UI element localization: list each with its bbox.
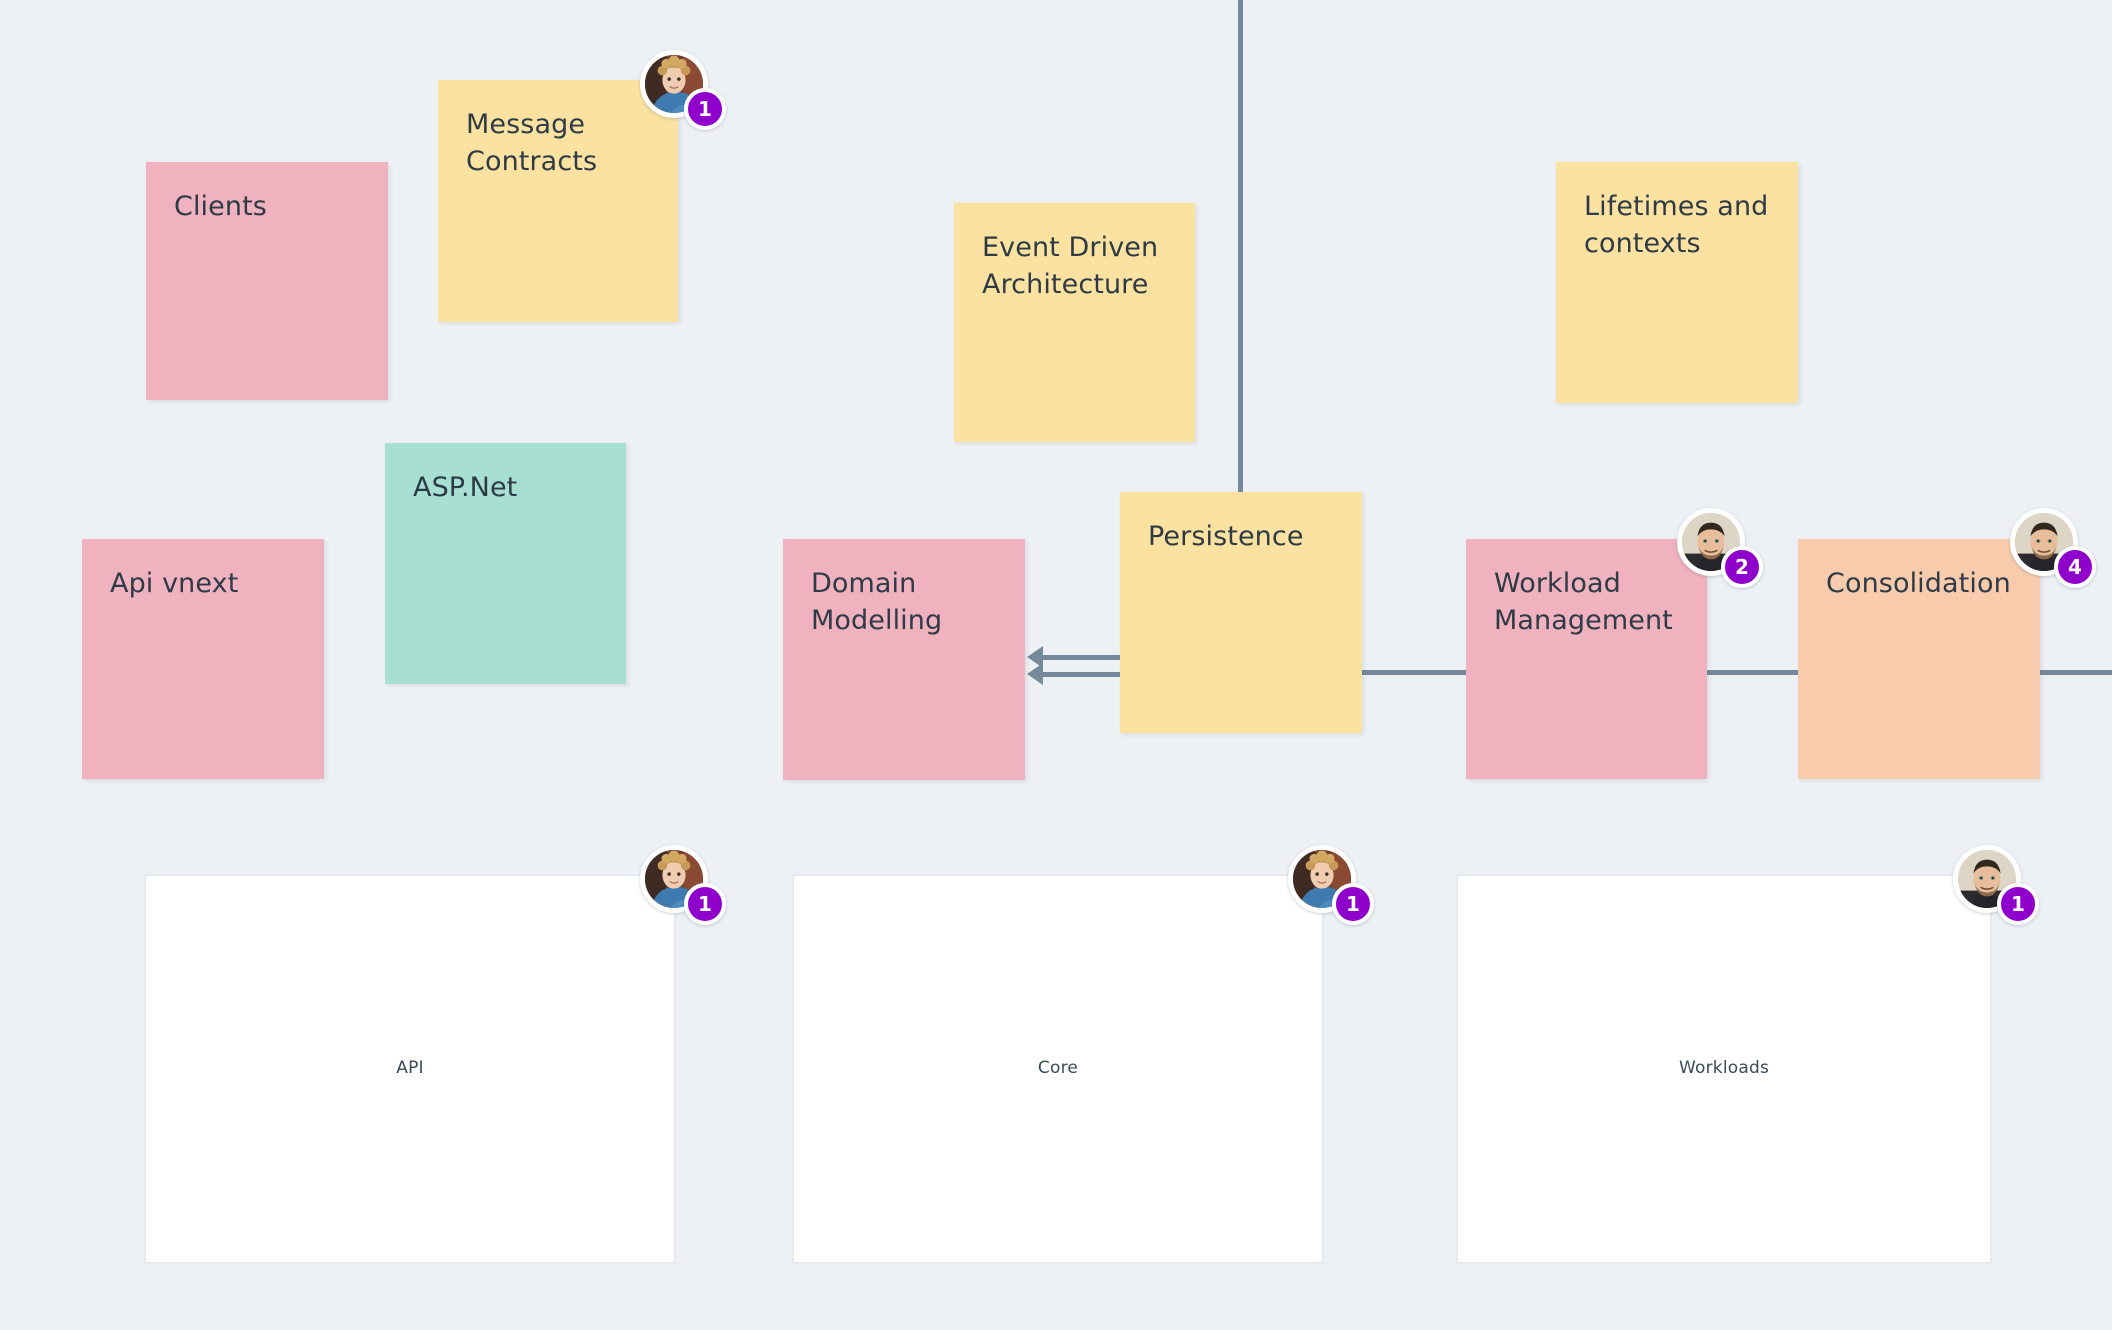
avatar-workload-management[interactable]: 2 xyxy=(1677,508,1763,588)
sticky-note-workload-management[interactable]: Workload Management xyxy=(1466,539,1707,779)
sticky-note-event-driven-architecture[interactable]: Event Driven Architecture xyxy=(954,203,1195,442)
sticky-note-text: Event Driven Architecture xyxy=(982,232,1159,301)
avatar-frame-core[interactable]: 1 xyxy=(1288,845,1374,925)
sticky-note-asp-net[interactable]: ASP.Net xyxy=(385,443,626,684)
comment-count-badge[interactable]: 1 xyxy=(1997,883,2039,925)
whiteboard-canvas[interactable]: API Core Workloads Clients Message Contract… xyxy=(0,0,2112,1330)
connector-vertical-top-to-persistence[interactable] xyxy=(1238,0,1243,492)
avatar-frame-workloads[interactable]: 1 xyxy=(1953,845,2039,925)
avatar-message-contracts[interactable]: 1 xyxy=(640,50,726,130)
comment-count-badge[interactable]: 1 xyxy=(1332,883,1374,925)
sticky-note-text: Persistence xyxy=(1148,521,1304,552)
connector-persistence-to-domain-lower[interactable] xyxy=(1043,672,1120,677)
sticky-note-text: Domain Modelling xyxy=(811,568,943,637)
sticky-note-text: Consolidation xyxy=(1826,568,2011,599)
frame-api[interactable]: API xyxy=(145,875,675,1263)
connector-persistence-to-domain-upper[interactable] xyxy=(1043,655,1120,660)
sticky-note-api-vnext[interactable]: Api vnext xyxy=(82,539,324,779)
frame-label: API xyxy=(396,1058,424,1078)
comment-count-badge[interactable]: 4 xyxy=(2054,546,2096,588)
sticky-note-text: Api vnext xyxy=(110,568,239,599)
frame-core[interactable]: Core xyxy=(793,875,1323,1263)
sticky-note-text: Lifetimes and contexts xyxy=(1584,191,1769,260)
sticky-note-domain-modelling[interactable]: Domain Modelling xyxy=(783,539,1025,780)
sticky-note-clients[interactable]: Clients xyxy=(146,162,388,400)
comment-count-badge[interactable]: 2 xyxy=(1721,546,1763,588)
sticky-note-text: ASP.Net xyxy=(413,472,518,503)
frame-label: Core xyxy=(1037,1058,1079,1078)
comment-count-badge[interactable]: 1 xyxy=(684,88,726,130)
comment-count-badge[interactable]: 1 xyxy=(684,883,726,925)
sticky-note-text: Clients xyxy=(174,191,267,222)
arrow-head-icon xyxy=(1027,663,1043,685)
sticky-note-lifetimes-and-contexts[interactable]: Lifetimes and contexts xyxy=(1556,162,1798,403)
frame-workloads[interactable]: Workloads xyxy=(1457,875,1991,1263)
avatar-consolidation[interactable]: 4 xyxy=(2010,508,2096,588)
sticky-note-text: Message Contracts xyxy=(466,109,598,178)
sticky-note-consolidation[interactable]: Consolidation xyxy=(1798,539,2040,779)
sticky-note-persistence[interactable]: Persistence xyxy=(1120,492,1362,733)
avatar-frame-api[interactable]: 1 xyxy=(640,845,726,925)
frame-label: Workloads xyxy=(1678,1058,1770,1078)
sticky-note-text: Workload Management xyxy=(1494,568,1673,637)
